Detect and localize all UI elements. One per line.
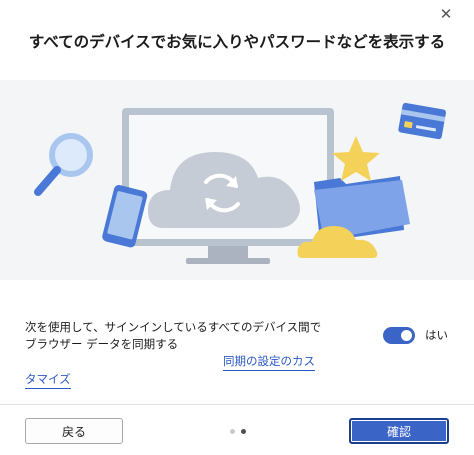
sync-dialog: ✕ すべてのデバイスでお気に入りやパスワードなどを表示する 次を使用して、サイン…: [0, 0, 474, 455]
dialog-title: すべてのデバイスでお気に入りやパスワードなどを表示する: [28, 33, 446, 51]
sync-description-line2: ブラウザー データを同期する: [25, 337, 179, 351]
page-indicator: [230, 429, 246, 434]
sync-toggle[interactable]: [383, 327, 415, 344]
sync-description: 次を使用して、サインインしているすべてのデバイス間で ブラウザー データを同期す…: [25, 319, 365, 353]
sync-description-line1: 次を使用して、サインインしているすべてのデバイス間で: [25, 320, 322, 334]
sync-toggle-label: はい: [425, 328, 448, 342]
page-dot-1: [230, 429, 235, 434]
sync-settings-link[interactable]: 同期の設定のカス: [223, 353, 315, 371]
page-dot-2: [241, 429, 246, 434]
close-icon[interactable]: ✕: [436, 4, 456, 24]
toggle-knob: [401, 330, 412, 341]
credit-card-icon: [398, 102, 446, 140]
star-icon: [332, 136, 380, 181]
customize-link[interactable]: タマイズ: [25, 371, 71, 389]
magnifier-icon: [34, 133, 93, 196]
confirm-button[interactable]: 確認: [349, 418, 449, 444]
footer-divider: [0, 404, 474, 405]
back-button[interactable]: 戻る: [25, 418, 123, 444]
sync-illustration: [0, 80, 474, 280]
